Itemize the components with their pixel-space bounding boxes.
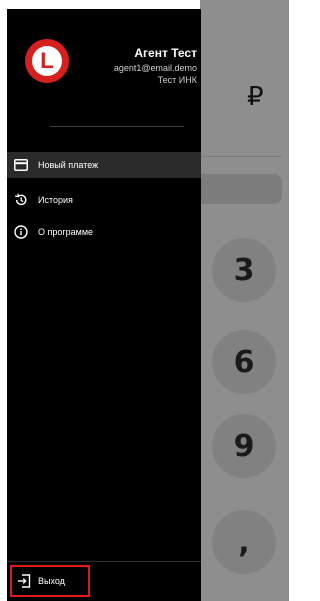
history-icon	[14, 193, 28, 207]
user-name: Агент Тест	[134, 46, 197, 60]
screen: ₽ 3 6 9 , L Агент Тест agent1@email.demo…	[0, 0, 289, 601]
menu-item-label: О программе	[38, 227, 94, 237]
info-icon	[14, 225, 28, 239]
currency-symbol: ₽	[247, 82, 264, 112]
footer-divider	[7, 561, 201, 562]
menu-item-about[interactable]: О программе	[7, 219, 201, 245]
keypad-key-comma: ,	[212, 510, 276, 574]
credit-card-icon	[14, 158, 28, 172]
keypad-key-3: 3	[212, 238, 276, 302]
company-logo: L	[25, 39, 69, 83]
menu-item-new-payment[interactable]: Новый платеж	[7, 152, 201, 178]
navigation-drawer: L Агент Тест agent1@email.demo Тест ИНК …	[7, 9, 201, 601]
logout-label: Выход	[38, 576, 65, 586]
keypad-key-6: 6	[212, 330, 276, 394]
logo-letter: L	[32, 46, 62, 76]
menu-item-history[interactable]: История	[7, 187, 201, 213]
user-company: Тест ИНК	[157, 75, 197, 85]
background-divider	[200, 156, 282, 157]
menu-item-label: История	[38, 195, 73, 205]
header-divider	[50, 126, 184, 127]
logout-button[interactable]: Выход	[10, 565, 90, 597]
logout-icon	[17, 574, 31, 588]
amount-input-bar	[200, 174, 282, 204]
keypad-key-9: 9	[212, 414, 276, 478]
menu-item-label: Новый платеж	[38, 160, 99, 170]
user-email: agent1@email.demo	[113, 63, 197, 73]
